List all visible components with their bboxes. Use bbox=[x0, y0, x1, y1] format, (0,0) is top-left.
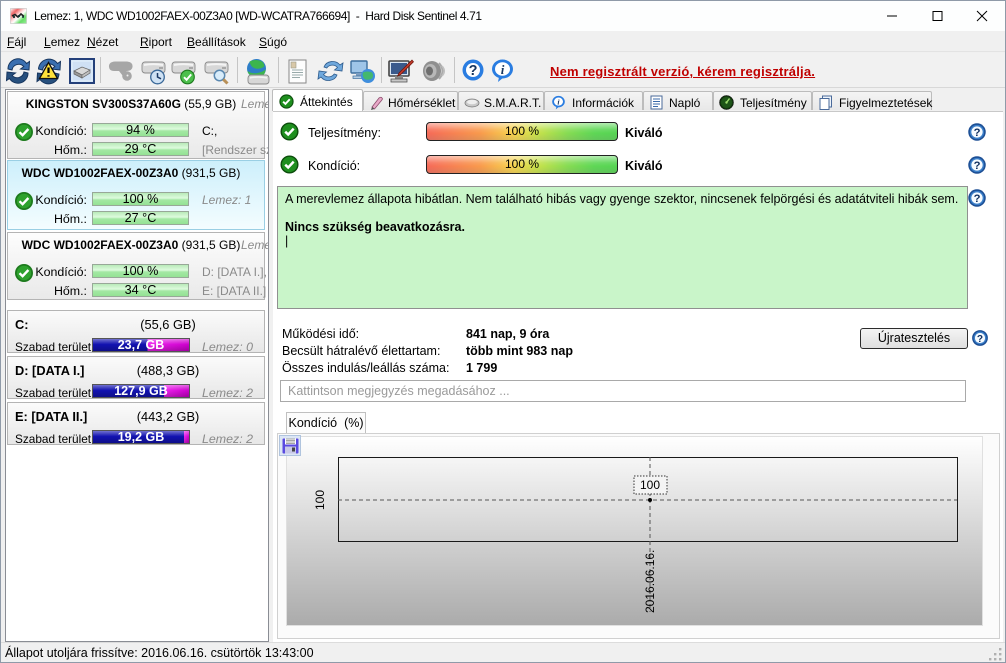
svg-text:100: 100 bbox=[313, 490, 327, 510]
svg-text:?: ? bbox=[974, 127, 981, 139]
svg-text:?: ? bbox=[469, 63, 478, 79]
svg-text:100: 100 bbox=[640, 478, 660, 492]
svg-text:?: ? bbox=[977, 334, 983, 345]
svg-text:?: ? bbox=[974, 160, 981, 172]
svg-text:?: ? bbox=[974, 193, 981, 205]
svg-text:i: i bbox=[501, 62, 505, 77]
svg-text:2016.06.16.: 2016.06.16. bbox=[643, 550, 657, 613]
